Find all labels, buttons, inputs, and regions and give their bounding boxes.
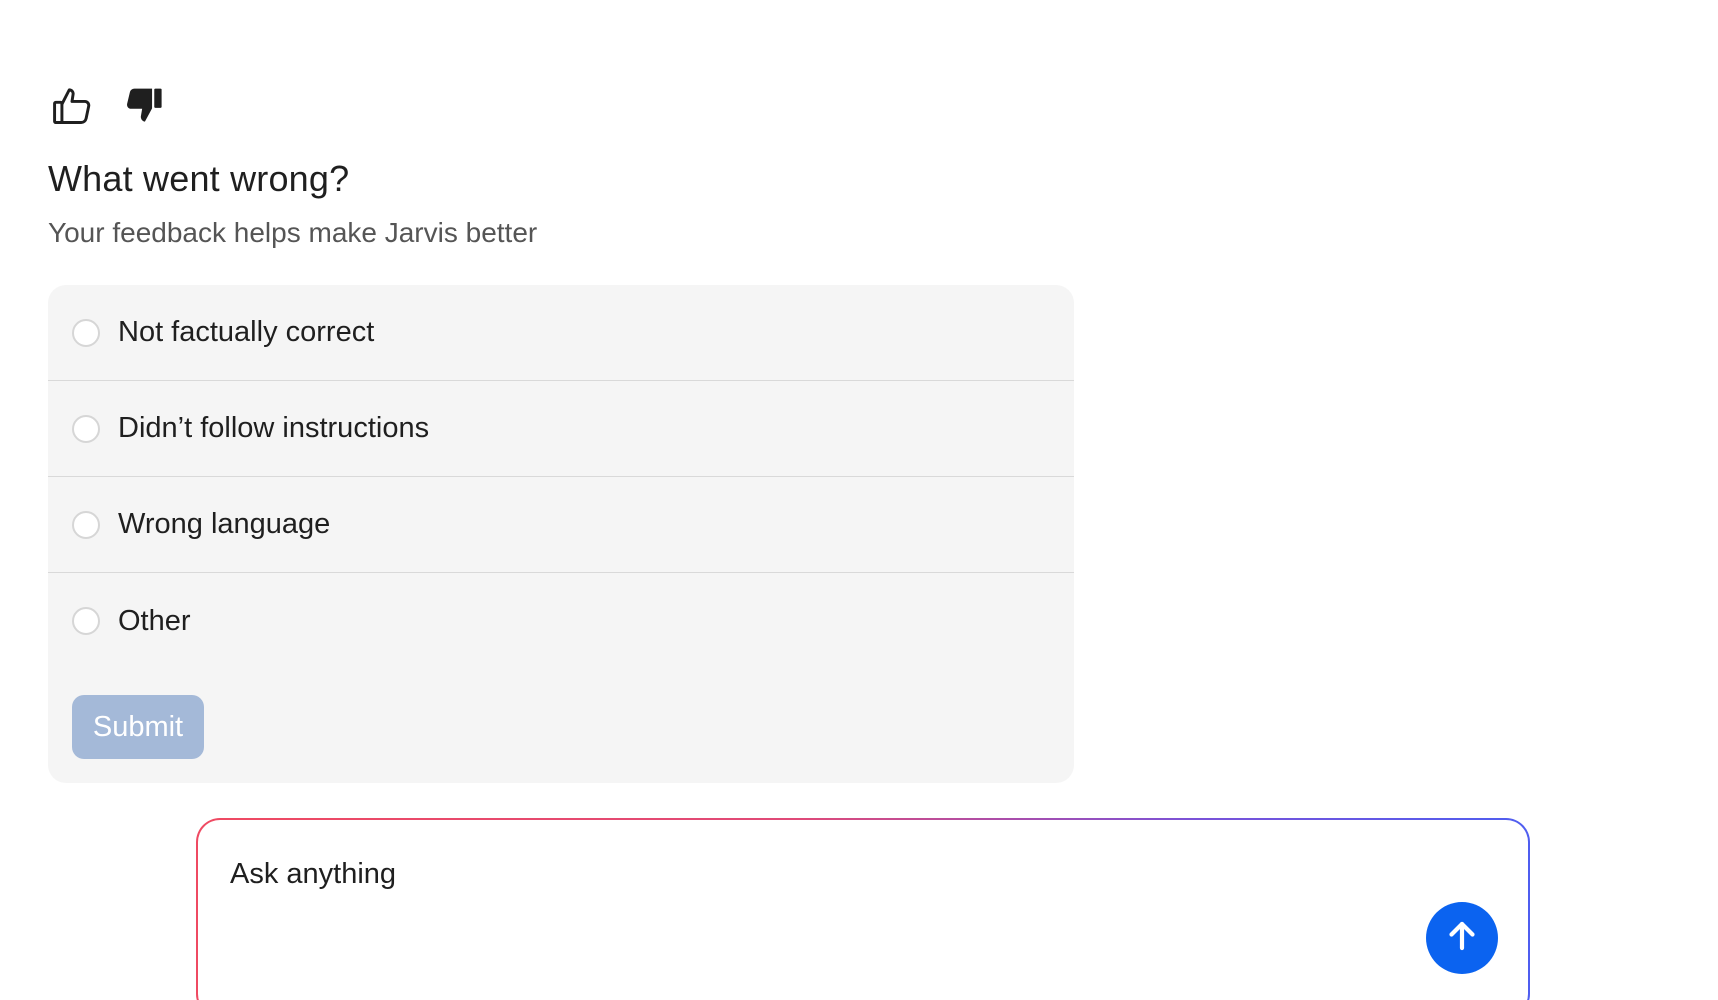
rating-row [48,82,168,130]
thumbs-down-icon [122,84,166,128]
thumbs-up-icon [50,84,94,128]
option-label: Didn’t follow instructions [118,412,430,444]
thumbs-down-button[interactable] [120,82,168,130]
thumbs-up-button[interactable] [48,82,96,130]
option-not-factually-correct[interactable]: Not factually correct [48,285,1074,381]
radio-button[interactable] [72,414,100,443]
radio-button[interactable] [72,607,100,635]
arrow-up-icon [1444,918,1480,959]
feedback-options-card: Not factually correct Didn’t follow inst… [48,285,1074,783]
option-label: Other [118,604,191,637]
option-wrong-language[interactable]: Wrong language [48,477,1074,573]
composer-border [196,818,1530,1000]
radio-button[interactable] [72,318,100,347]
option-label: Wrong language [118,508,331,540]
submit-button[interactable]: Submit [72,695,204,759]
option-other[interactable]: Other [48,573,1074,669]
feedback-subtitle: Your feedback helps make Jarvis better [48,217,538,248]
radio-button[interactable] [72,510,100,539]
feedback-page: What went wrong? Your feedback helps mak… [0,0,1718,1000]
option-label: Not factually correct [118,316,375,348]
ask-input[interactable] [230,858,1330,891]
option-didnt-follow-instructions[interactable]: Didn’t follow instructions [48,381,1074,477]
feedback-title: What went wrong? [48,158,350,199]
send-button[interactable] [1426,902,1498,974]
composer [198,820,1528,1000]
